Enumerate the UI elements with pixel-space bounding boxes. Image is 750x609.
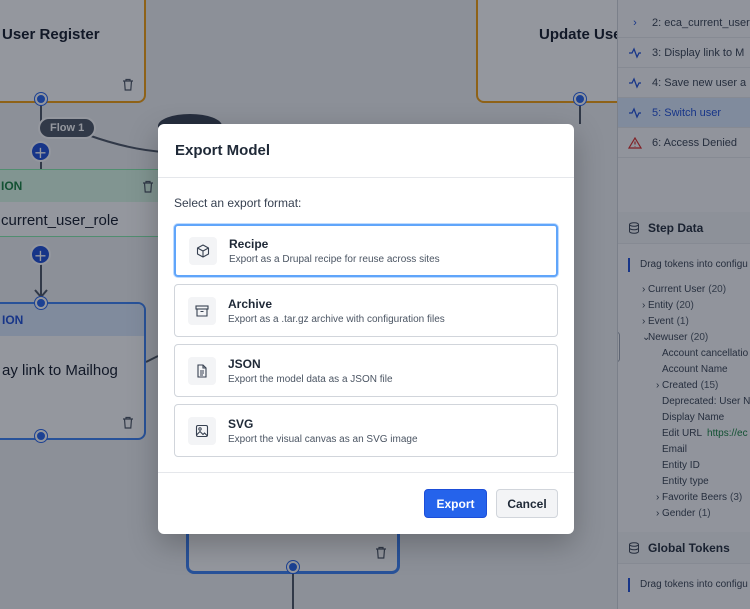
option-name: Recipe <box>229 236 269 251</box>
cancel-button[interactable]: Cancel <box>496 489 558 518</box>
dialog-header: Export Model <box>158 124 574 178</box>
dialog-footer: Export Cancel <box>158 472 574 534</box>
file-text-icon <box>188 356 216 385</box>
export-option-recipe[interactable]: Recipe Export as a Drupal recipe for reu… <box>174 224 558 277</box>
option-description: Export the visual canvas as an SVG image <box>228 433 418 445</box>
image-icon <box>188 416 216 445</box>
option-name: SVG <box>228 416 254 431</box>
export-option-archive[interactable]: Archive Export as a .tar.gz archive with… <box>174 284 558 337</box>
archive-icon <box>188 296 216 325</box>
export-model-dialog: Export Model Select an export format: Re… <box>158 124 574 534</box>
option-name: JSON <box>228 356 261 371</box>
option-name: Archive <box>228 296 273 311</box>
dialog-body: Select an export format: Recipe Export a… <box>158 178 574 457</box>
option-description: Export as a .tar.gz archive with configu… <box>228 313 445 325</box>
export-format-prompt: Select an export format: <box>174 196 302 210</box>
export-button[interactable]: Export <box>424 489 487 518</box>
package-icon <box>189 236 217 265</box>
export-option-json[interactable]: JSON Export the model data as a JSON fil… <box>174 344 558 397</box>
option-description: Export the model data as a JSON file <box>228 373 393 385</box>
option-description: Export as a Drupal recipe for reuse acro… <box>229 253 440 265</box>
export-option-svg[interactable]: SVG Export the visual canvas as an SVG i… <box>174 404 558 457</box>
dialog-title: Export Model <box>175 142 271 159</box>
